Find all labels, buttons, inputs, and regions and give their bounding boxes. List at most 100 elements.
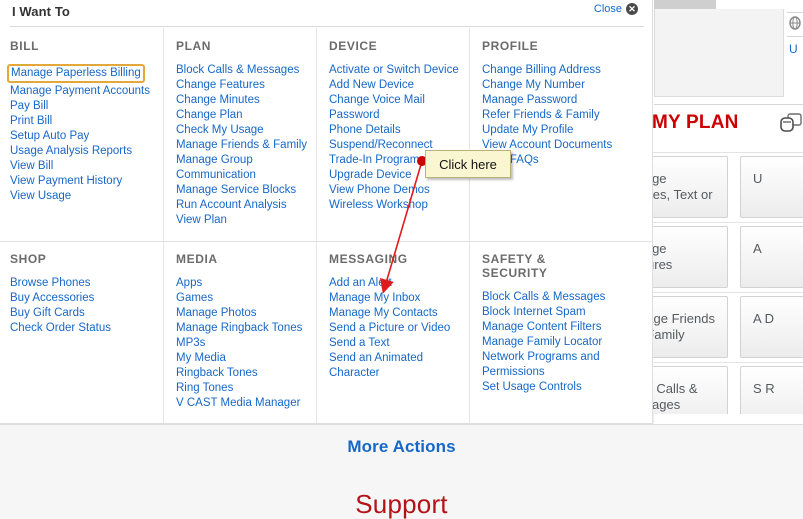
- background-tile-right-1[interactable]: U: [740, 156, 803, 218]
- link-change-plan[interactable]: Change Plan: [176, 108, 308, 123]
- link-send-a-text[interactable]: Send a Text: [329, 336, 461, 351]
- link-update-my-profile[interactable]: Update My Profile: [482, 123, 614, 138]
- link-games[interactable]: Games: [176, 291, 308, 306]
- background-divider-1: [787, 12, 803, 13]
- link-view-plan[interactable]: View Plan: [176, 213, 308, 228]
- column-messaging: MESSAGING Add an Alert Manage My Inbox M…: [316, 241, 469, 423]
- column-plan: PLAN Block Calls & Messages Change Featu…: [163, 28, 316, 241]
- link-manage-ringback-tones[interactable]: Manage Ringback Tones: [176, 321, 308, 336]
- link-list-plan: Block Calls & Messages Change Features C…: [176, 63, 308, 228]
- bottom-columns: SHOP Browse Phones Buy Accessories Buy G…: [0, 241, 652, 423]
- link-change-billing-address[interactable]: Change Billing Address: [482, 63, 614, 78]
- close-circle-icon: ✕: [626, 3, 638, 15]
- link-add-an-alert[interactable]: Add an Alert: [329, 276, 461, 291]
- link-send-an-animated-character[interactable]: Send an Animated Character: [329, 351, 461, 381]
- link-view-payment-history[interactable]: View Payment History: [10, 174, 155, 189]
- click-here-callout: Click here: [425, 150, 511, 178]
- link-manage-payment-accounts[interactable]: Manage Payment Accounts: [10, 84, 155, 99]
- link-buy-gift-cards[interactable]: Buy Gift Cards: [10, 306, 155, 321]
- link-usage-analysis-reports[interactable]: Usage Analysis Reports: [10, 144, 155, 159]
- link-run-account-analysis[interactable]: Run Account Analysis: [176, 198, 308, 213]
- background-tile-row: Change Features A: [612, 222, 803, 292]
- background-tile-right-3[interactable]: A D: [740, 296, 803, 358]
- background-section-divider: [654, 104, 803, 105]
- link-apps[interactable]: Apps: [176, 276, 308, 291]
- panel-section-top: BILL Manage Paperless Billing Manage Pay…: [0, 28, 652, 241]
- link-manage-my-inbox[interactable]: Manage My Inbox: [329, 291, 461, 306]
- top-columns: BILL Manage Paperless Billing Manage Pay…: [0, 28, 652, 241]
- link-set-usage-controls[interactable]: Set Usage Controls: [482, 380, 614, 395]
- link-refer-friends-family[interactable]: Refer Friends & Family: [482, 108, 614, 123]
- link-ringback-tones[interactable]: Ringback Tones: [176, 366, 308, 381]
- link-change-features[interactable]: Change Features: [176, 78, 308, 93]
- column-heading-profile: PROFILE: [482, 39, 539, 53]
- close-label: Close: [593, 3, 622, 15]
- column-heading-device: DEVICE: [329, 39, 378, 53]
- link-activate-or-switch-device[interactable]: Activate or Switch Device: [329, 63, 461, 78]
- link-network-programs-and-permissions[interactable]: Network Programs and Permissions: [482, 350, 614, 380]
- link-v-cast-media-manager[interactable]: V CAST Media Manager: [176, 396, 308, 411]
- link-manage-content-filters[interactable]: Manage Content Filters: [482, 320, 614, 335]
- link-manage-my-contacts[interactable]: Manage My Contacts: [329, 306, 461, 321]
- link-list-device: Activate or Switch Device Add New Device…: [329, 63, 461, 213]
- link-block-internet-spam[interactable]: Block Internet Spam: [482, 305, 614, 320]
- background-grey-strip: [654, 0, 716, 9]
- link-view-bill[interactable]: View Bill: [10, 159, 155, 174]
- link-view-phone-demos[interactable]: View Phone Demos: [329, 183, 461, 198]
- link-change-minutes[interactable]: Change Minutes: [176, 93, 308, 108]
- more-actions-link[interactable]: More Actions: [0, 437, 803, 457]
- background-tile-row: Manage Friends and Family A D: [612, 292, 803, 362]
- screen: U MY PLAN Change Minutes, Text or Data U…: [0, 0, 803, 519]
- link-print-bill[interactable]: Print Bill: [10, 114, 155, 129]
- link-mp3s[interactable]: MP3s: [176, 336, 308, 351]
- link-block-calls-messages-safety[interactable]: Block Calls & Messages: [482, 290, 614, 305]
- link-manage-photos[interactable]: Manage Photos: [176, 306, 308, 321]
- column-device: DEVICE Activate or Switch Device Add New…: [316, 28, 469, 241]
- page-title: I Want To: [12, 4, 70, 19]
- link-block-calls-messages[interactable]: Block Calls & Messages: [176, 63, 308, 78]
- link-manage-password[interactable]: Manage Password: [482, 93, 614, 108]
- background-tab-strip: [654, 414, 803, 424]
- link-browse-phones[interactable]: Browse Phones: [10, 276, 155, 291]
- printer-icon[interactable]: [778, 112, 803, 134]
- link-pay-bill[interactable]: Pay Bill: [10, 99, 155, 114]
- column-heading-media: MEDIA: [176, 252, 218, 266]
- link-list-messaging: Add an Alert Manage My Inbox Manage My C…: [329, 276, 461, 381]
- background-tile-right-2[interactable]: A: [740, 226, 803, 288]
- link-list-shop: Browse Phones Buy Accessories Buy Gift C…: [10, 276, 155, 336]
- background-tile-grid: Change Minutes, Text or Data U Change Fe…: [612, 152, 803, 432]
- link-manage-paperless-billing[interactable]: Manage Paperless Billing: [7, 64, 145, 83]
- link-manage-service-blocks[interactable]: Manage Service Blocks: [176, 183, 308, 198]
- link-list-safety-security: Block Calls & Messages Block Internet Sp…: [482, 290, 614, 395]
- panel-header: I Want To Close ✕: [0, 0, 652, 28]
- column-safety-security: SAFETY & SECURITY Block Calls & Messages…: [469, 241, 622, 423]
- link-buy-accessories[interactable]: Buy Accessories: [10, 291, 155, 306]
- column-shop: SHOP Browse Phones Buy Accessories Buy G…: [10, 241, 163, 423]
- i-want-to-panel: I Want To Close ✕ BILL Manage Paperless …: [0, 0, 653, 424]
- link-view-usage[interactable]: View Usage: [10, 189, 155, 204]
- background-card: [654, 9, 784, 97]
- link-change-voice-mail-password[interactable]: Change Voice Mail Password: [329, 93, 461, 123]
- background-cut-link[interactable]: U: [789, 42, 798, 56]
- background-tile-row: Change Minutes, Text or Data U: [612, 152, 803, 222]
- column-heading-messaging: MESSAGING: [329, 252, 408, 266]
- link-add-new-device[interactable]: Add New Device: [329, 78, 461, 93]
- link-check-my-usage[interactable]: Check My Usage: [176, 123, 308, 138]
- my-plan-heading: MY PLAN: [652, 112, 739, 133]
- link-manage-group-communication[interactable]: Manage Group Communication: [176, 153, 308, 183]
- link-setup-auto-pay[interactable]: Setup Auto Pay: [10, 129, 155, 144]
- link-ring-tones[interactable]: Ring Tones: [176, 381, 308, 396]
- column-heading-shop: SHOP: [10, 252, 47, 266]
- link-change-my-number[interactable]: Change My Number: [482, 78, 614, 93]
- link-check-order-status[interactable]: Check Order Status: [10, 321, 155, 336]
- close-button[interactable]: Close ✕: [594, 3, 638, 15]
- column-heading-safety-security: SAFETY & SECURITY: [482, 252, 548, 280]
- column-bill: BILL Manage Paperless Billing Manage Pay…: [7, 28, 163, 241]
- link-manage-family-locator[interactable]: Manage Family Locator: [482, 335, 614, 350]
- link-my-media[interactable]: My Media: [176, 351, 308, 366]
- link-wireless-workshop[interactable]: Wireless Workshop: [329, 198, 461, 213]
- support-heading: Support: [355, 489, 448, 519]
- link-send-a-picture-or-video[interactable]: Send a Picture or Video: [329, 321, 461, 336]
- link-manage-friends-family[interactable]: Manage Friends & Family: [176, 138, 308, 153]
- link-phone-details[interactable]: Phone Details: [329, 123, 461, 138]
